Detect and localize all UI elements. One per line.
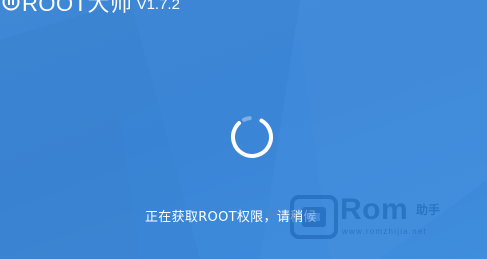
app-title: ROOT大师 (22, 0, 133, 16)
watermark-badge-icon (290, 195, 338, 239)
loading-spinner-icon (231, 116, 273, 158)
title-bar: ROOT大师 V1.7.2 (0, 0, 180, 17)
watermark-brand-suffix: 助手 (416, 203, 441, 217)
watermark-brand: Rom (340, 193, 409, 226)
watermark-url: www.romzhijia.net (342, 227, 427, 236)
app-version: V1.7.2 (136, 0, 180, 13)
app-logo-icon (2, 0, 20, 11)
app-window: ROOT大师 V1.7.2 正在获取ROOT权限，请稍候 Rom 助手 www.… (0, 0, 487, 259)
watermark-logo: Rom 助手 www.romzhijia.net (290, 193, 487, 245)
